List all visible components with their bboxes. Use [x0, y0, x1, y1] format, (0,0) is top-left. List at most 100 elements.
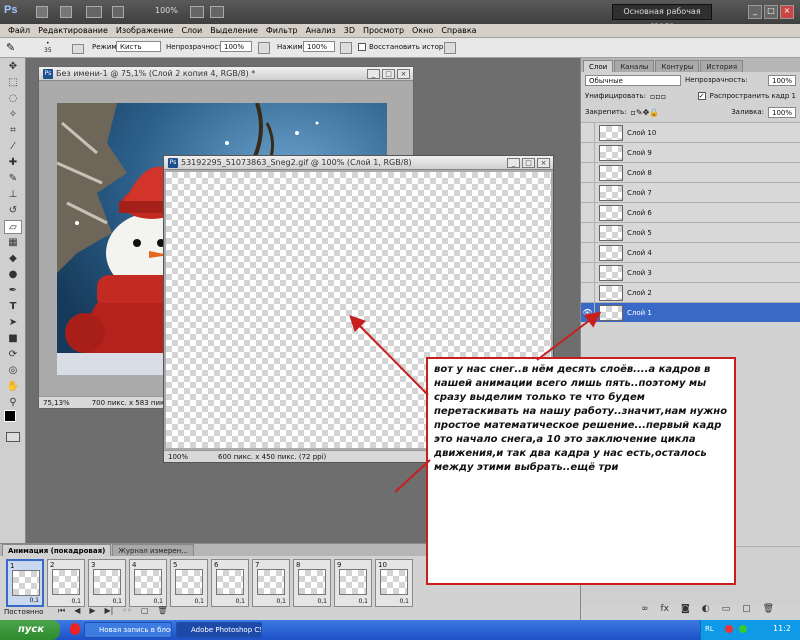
new-layer-icon[interactable]: ▢ — [742, 604, 751, 614]
history-brush-icon[interactable]: ↺ — [4, 204, 22, 218]
pen-tool-icon[interactable]: ✒ — [4, 284, 22, 298]
frame-delay[interactable]: 0,1 — [317, 598, 327, 605]
tablet-opacity-icon[interactable] — [258, 42, 270, 54]
visibility-toggle[interactable] — [581, 242, 595, 263]
frame-delay[interactable]: 0,1 — [276, 598, 286, 605]
frame-delay[interactable]: 0,1 — [194, 598, 204, 605]
visibility-toggle[interactable] — [581, 182, 595, 203]
workspace-button[interactable]: Основная рабочая среда — [612, 4, 712, 30]
layer-row[interactable]: Слой 4 — [581, 242, 800, 263]
layer-row[interactable]: Слой 5 — [581, 222, 800, 243]
document-2-minimize-icon[interactable]: _ — [507, 157, 520, 168]
tab-measurement-log[interactable]: Журнал измерен... — [112, 544, 194, 556]
opera-icon[interactable] — [70, 623, 80, 635]
eyedropper-icon[interactable]: ⁄ — [4, 140, 22, 154]
hand-tool-icon[interactable] — [112, 6, 124, 18]
lasso-tool-icon[interactable]: ◌ — [4, 92, 22, 106]
document-1-minimize-icon[interactable]: _ — [367, 68, 380, 79]
tablet-pressure-icon[interactable] — [444, 42, 456, 54]
document-2-zoom[interactable]: 100% — [168, 453, 188, 461]
layer-opacity-input[interactable]: 100% — [768, 74, 796, 86]
frame-delay[interactable]: 0,1 — [153, 598, 163, 605]
eraser-icon[interactable]: ✎ — [6, 42, 24, 54]
menu-edit[interactable]: Редактирование — [34, 26, 112, 35]
opacity-input[interactable]: 100% — [220, 41, 252, 52]
marquee-tool-icon[interactable]: ⬚ — [4, 76, 22, 90]
visibility-toggle[interactable] — [581, 202, 595, 223]
lock-icons[interactable]: ▫✎✥🔒 — [630, 108, 659, 117]
gradient-tool-icon[interactable]: ▦ — [4, 236, 22, 250]
document-2-close-icon[interactable]: × — [537, 157, 550, 168]
layer-row[interactable]: Слой 2 — [581, 282, 800, 303]
hand-tool-icon[interactable]: ✋ — [4, 380, 22, 394]
frame-delay[interactable]: 0,1 — [71, 598, 81, 605]
delete-frame-icon[interactable]: 🗑 — [157, 606, 167, 616]
language-indicator[interactable]: RL — [705, 625, 714, 633]
animation-frame[interactable]: 4 0,1 — [129, 559, 167, 607]
layer-row[interactable]: Слой 6 — [581, 202, 800, 223]
tab-history[interactable]: История — [700, 60, 744, 72]
visibility-toggle[interactable] — [581, 282, 595, 303]
screen-mode-icon[interactable] — [210, 6, 224, 18]
close-icon[interactable]: × — [780, 5, 794, 19]
tray-icon[interactable] — [739, 625, 747, 633]
menu-filter[interactable]: Фильтр — [262, 26, 302, 35]
animation-frame[interactable]: 7 0,1 — [252, 559, 290, 607]
menu-select[interactable]: Выделение — [206, 26, 262, 35]
layer-style-icon[interactable]: fx — [661, 604, 670, 614]
view-extras-icon[interactable] — [86, 6, 102, 18]
tray-icon[interactable] — [725, 625, 733, 633]
frame-delay[interactable]: 0,1 — [29, 597, 39, 604]
blend-mode-select[interactable]: Обычные — [585, 74, 681, 86]
taskbar-photoshop[interactable]: Adobe Photoshop CS... — [176, 622, 262, 638]
brush-size[interactable]: • 35 — [44, 40, 52, 54]
animation-frame[interactable]: 2 0,1 — [47, 559, 85, 607]
zoom-level[interactable]: 100% — [155, 6, 178, 15]
visibility-toggle[interactable] — [581, 222, 595, 243]
frame-delay[interactable]: 0,1 — [112, 598, 122, 605]
brush-panel-icon[interactable] — [72, 44, 84, 54]
loop-select[interactable]: Постоянно — [4, 608, 43, 616]
menu-window[interactable]: Окно — [408, 26, 437, 35]
adjustment-layer-icon[interactable]: ◐ — [702, 604, 710, 614]
tab-layers[interactable]: Слои — [583, 60, 614, 72]
quick-mask-icon[interactable] — [6, 432, 20, 442]
menu-analysis[interactable]: Анализ — [302, 26, 340, 35]
animation-frame[interactable]: 8 0,1 — [293, 559, 331, 607]
menu-3d[interactable]: 3D — [340, 26, 359, 35]
next-frame-icon[interactable]: ▶| — [105, 606, 114, 616]
mode-select[interactable]: Кисть — [116, 41, 161, 52]
link-layers-icon[interactable]: ∞ — [641, 604, 649, 614]
tween-icon[interactable]: ◦◦ — [122, 606, 131, 616]
animation-frame[interactable]: 5 0,1 — [170, 559, 208, 607]
frame-delay[interactable]: 0,1 — [358, 598, 368, 605]
minibridge-icon[interactable] — [60, 6, 72, 18]
delete-layer-icon[interactable]: 🗑 — [763, 604, 774, 614]
start-button[interactable]: пуск — [0, 620, 60, 640]
tab-animation[interactable]: Анимация (покадровая) — [2, 544, 112, 556]
first-frame-icon[interactable]: ⏮ — [58, 606, 65, 616]
duplicate-frame-icon[interactable]: ▢ — [141, 606, 149, 616]
layer-row[interactable]: Слой 10 — [581, 122, 800, 143]
tab-paths[interactable]: Контуры — [655, 60, 700, 72]
animation-frame[interactable]: 3 0,1 — [88, 559, 126, 607]
layer-row[interactable]: Слой 8 — [581, 162, 800, 183]
bridge-icon[interactable] — [36, 6, 48, 18]
add-mask-icon[interactable]: ◙ — [681, 604, 690, 614]
eye-icon[interactable]: 👁 — [581, 302, 595, 323]
flow-input[interactable]: 100% — [303, 41, 335, 52]
restore-icon[interactable]: □ — [764, 5, 778, 19]
airbrush-icon[interactable] — [340, 42, 352, 54]
new-group-icon[interactable]: ▭ — [722, 604, 731, 614]
document-1-zoom[interactable]: 75,13% — [43, 399, 70, 407]
restore-history-checkbox[interactable] — [358, 43, 366, 51]
crop-tool-icon[interactable]: ⌗ — [4, 124, 22, 138]
document-1-titlebar[interactable]: Ps Без имени-1 @ 75,1% (Слой 2 копия 4, … — [39, 67, 413, 81]
menu-help[interactable]: Справка — [437, 26, 480, 35]
animation-frame[interactable]: 1 0,1 — [6, 559, 44, 607]
brush-tool-icon[interactable]: ✎ — [4, 172, 22, 186]
visibility-toggle[interactable] — [581, 122, 595, 143]
taskbar-browser[interactable]: Новая запись в блог... — [84, 622, 172, 638]
visibility-toggle[interactable] — [581, 142, 595, 163]
path-select-icon[interactable]: ➤ — [4, 316, 22, 330]
